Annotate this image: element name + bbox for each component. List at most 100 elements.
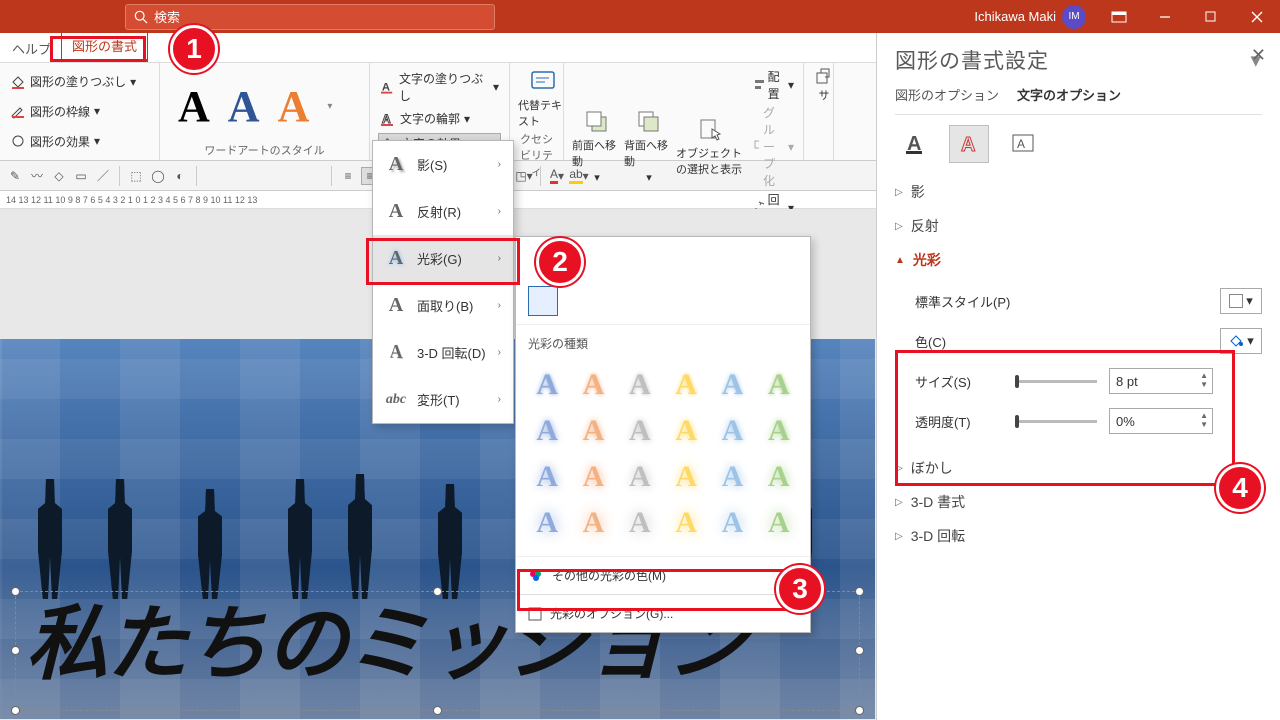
transparency-input[interactable]: 0%▲▼ [1109,408,1213,434]
section-reflection[interactable]: ▷反射 [895,209,1262,243]
glow-variant[interactable]: A [524,362,570,408]
group-icon [754,140,759,154]
glow-variant[interactable]: A [570,454,616,500]
shape-outline-button[interactable]: 図形の枠線 ▾ [8,102,151,121]
text-fill-button[interactable]: A文字の塗りつぶし ▾ [378,69,501,105]
accessibility-group-label: クセシビリティ [518,129,555,179]
section-3d-rotation[interactable]: ▷3-D 回転 [895,519,1262,553]
section-shadow[interactable]: ▷影 [895,175,1262,209]
icon-tab-textbox[interactable]: A [1003,125,1043,163]
send-backward-button[interactable]: 背面へ移動 ▾ [624,67,674,226]
bucket-icon [1228,333,1244,349]
section-3d-format[interactable]: ▷3-D 書式 [895,485,1262,519]
pane-tab-shape[interactable]: 図形のオプション [895,85,999,104]
palette-icon [528,568,544,584]
glow-options[interactable]: 光彩のオプション(G)... [516,594,810,632]
tool-curve[interactable]: 〰 [28,167,46,185]
tool-combine[interactable]: ◐ [171,167,189,185]
fx-glow[interactable]: A光彩(G)› [373,235,513,282]
close-button[interactable] [1234,0,1280,33]
glow-variant[interactable]: A [756,408,802,454]
wordart-style-3[interactable]: A [278,81,310,132]
glow-variant[interactable]: A [524,408,570,454]
glow-variant[interactable]: A [524,454,570,500]
tool-line[interactable]: ／ [94,167,112,185]
fx-3d-rotation[interactable]: A3-D 回転(D)› [373,329,513,376]
bring-forward-button[interactable]: 前面へ移動 ▾ [572,67,622,226]
glow-variant[interactable]: A [617,408,663,454]
glow-variant[interactable]: A [663,362,709,408]
alt-text-icon [529,67,557,95]
glow-variant[interactable]: A [617,362,663,408]
glow-variant[interactable]: A [663,454,709,500]
align-left[interactable]: ≡ [339,167,357,185]
preset-label: 標準スタイル(P) [915,292,1015,311]
size-slider[interactable] [1015,380,1097,383]
glow-variant[interactable]: A [709,454,755,500]
tool-union[interactable]: ◯ [149,167,167,185]
glow-variant[interactable]: A [570,500,616,546]
icon-tab-fill[interactable]: A [895,125,935,163]
icon-tab-effects[interactable]: A [949,125,989,163]
text-outline-button[interactable]: A文字の輪郭 ▾ [378,109,501,128]
align-button[interactable]: 配置 ▾ [752,67,796,103]
glow-variant[interactable]: A [570,362,616,408]
transparency-slider[interactable] [1015,420,1097,423]
user-name: Ichikawa Maki [974,9,1056,24]
glow-variant[interactable]: A [524,500,570,546]
avatar[interactable]: IM [1062,5,1086,29]
glow-variant[interactable]: A [756,500,802,546]
glow-variant[interactable]: A [570,408,616,454]
section-glow[interactable]: ▲光彩 [895,243,1262,277]
size-group[interactable]: サ [812,67,836,103]
glow-variant[interactable]: A [709,408,755,454]
pen-icon [10,103,26,119]
ribbon-display-button[interactable] [1096,0,1142,33]
glow-more-colors[interactable]: その他の光彩の色(M) [516,556,810,594]
fx-shadow[interactable]: A影(S)› [373,141,513,188]
glow-variant[interactable]: A [756,454,802,500]
shape-fill-button[interactable]: 図形の塗りつぶし ▾ [8,72,151,91]
tab-shape-format[interactable]: 図形の書式 [61,31,148,62]
glow-variant[interactable]: A [663,500,709,546]
tool-freeform[interactable]: ◇ [50,167,68,185]
size-label: サイズ(S) [915,372,1015,391]
glow-variant[interactable]: A [709,362,755,408]
glow-variant[interactable]: A [617,454,663,500]
pane-tab-text[interactable]: 文字のオプション [1017,85,1121,104]
format-shape-pane: ✕ 図形の書式設定▾ 図形のオプション 文字のオプション A A A ▷影 ▷反… [876,33,1280,720]
callout-2: 2 [536,238,584,286]
tool-merge[interactable]: ⬚ [127,167,145,185]
maximize-button[interactable] [1188,0,1234,33]
selection-pane-button[interactable]: オブジェクトの選択と表示 [676,67,746,226]
text-effects-menu: A影(S)› A反射(R)› A光彩(G)› A面取り(B)› A3-D 回転(… [372,140,514,424]
fx-transform[interactable]: abc変形(T)› [373,376,513,423]
fx-bevel[interactable]: A面取り(B)› [373,282,513,329]
tool-shape[interactable]: ▭ [72,167,90,185]
tab-help[interactable]: ヘルプ [2,35,61,62]
wordart-style-1[interactable]: A [178,81,210,132]
size-input[interactable]: 8 pt▲▼ [1109,368,1213,394]
callout-1: 1 [170,25,218,73]
glow-variant[interactable]: A [709,500,755,546]
glow-variant[interactable]: A [617,500,663,546]
search-icon [134,10,148,24]
color-picker[interactable]: ▾ [1220,328,1262,354]
search-box[interactable]: 検索 [125,4,495,30]
pane-close-button[interactable]: ✕ [1251,45,1266,66]
shape-effects-button[interactable]: 図形の効果 ▾ [8,132,151,151]
wordart-gallery[interactable]: A A A ▾ [168,67,361,140]
minimize-button[interactable] [1142,0,1188,33]
glow-none[interactable] [528,286,558,316]
preset-picker[interactable]: ▾ [1220,288,1262,314]
glow-gallery: 光彩の種類 A A A A A A A A A A A A A A A A A … [515,236,811,633]
section-soft-edges[interactable]: ▷ぼかし [895,451,1262,485]
tool-edit-points[interactable]: ✎ [6,167,24,185]
fx-reflection[interactable]: A反射(R)› [373,188,513,235]
alt-text-button[interactable]: 代替テキスト [518,67,568,129]
glow-variant[interactable]: A [756,362,802,408]
wordart-style-2[interactable]: A [228,81,260,132]
glow-options-body: 標準スタイル(P) ▾ 色(C) ▾ サイズ(S) 8 pt▲▼ 透明度(T) … [895,277,1262,451]
glow-variant[interactable]: A [663,408,709,454]
glow-gallery-header: 光彩の種類 [516,325,810,358]
